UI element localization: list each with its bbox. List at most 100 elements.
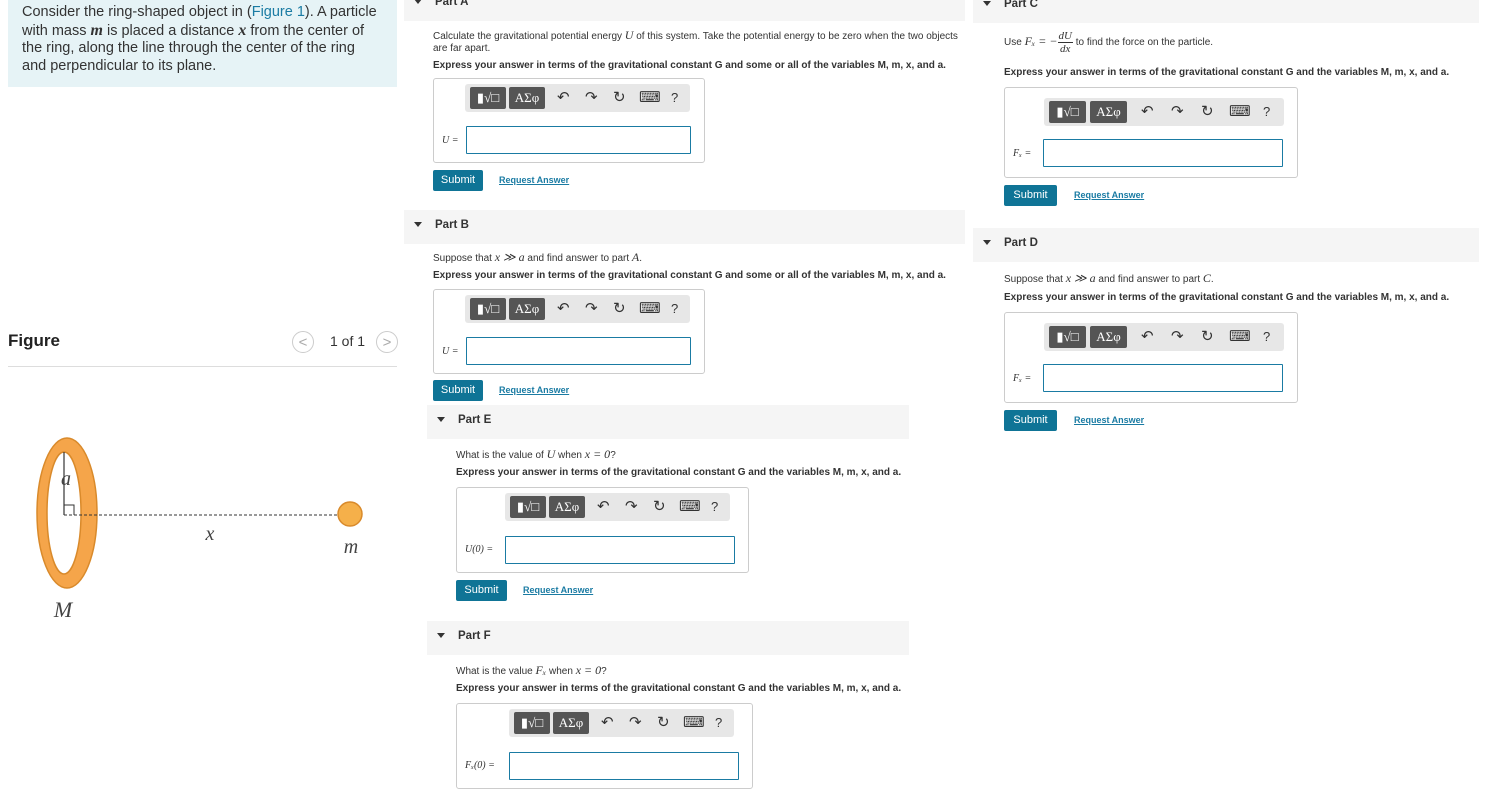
part-f-answer-box: ▮√□ ΑΣφ ↶ ↷ ↻ ⌨ ? Fₓ(0) =	[456, 703, 753, 789]
particle	[337, 501, 363, 527]
part-e-submit-button[interactable]: Submit	[456, 580, 507, 601]
input-label: U =	[442, 135, 459, 146]
part-f-question: What is the value Fₓ when x = 0?	[456, 663, 607, 677]
part-b-request-answer-link[interactable]: Request Answer	[499, 385, 569, 395]
templates-button[interactable]: ▮√□	[510, 496, 546, 518]
greek-symbols-button[interactable]: ΑΣφ	[1090, 326, 1127, 348]
help-icon[interactable]: ?	[671, 89, 678, 107]
part-d-request-answer-link[interactable]: Request Answer	[1074, 415, 1144, 425]
help-icon[interactable]: ?	[1263, 103, 1270, 121]
figure-link[interactable]: Figure 1	[252, 4, 305, 20]
part-c-header[interactable]: Part C	[973, 0, 1479, 23]
input-label: Fₓ =	[1013, 148, 1032, 159]
templates-button[interactable]: ▮√□	[514, 712, 550, 734]
redo-icon[interactable]: ↷	[1171, 328, 1184, 346]
part-e-instructions: Express your answer in terms of the grav…	[456, 467, 902, 478]
keyboard-icon[interactable]: ⌨	[683, 714, 705, 732]
caret-down-icon	[437, 417, 445, 422]
help-icon[interactable]: ?	[711, 498, 718, 516]
reset-icon[interactable]: ↻	[657, 714, 670, 732]
part-d-header[interactable]: Part D	[973, 228, 1479, 262]
part-c-question: Use Fₓ = − dU dx to find the force on the …	[1004, 30, 1214, 55]
undo-icon[interactable]: ↶	[601, 714, 614, 732]
undo-icon[interactable]: ↶	[1141, 103, 1154, 121]
templates-button[interactable]: ▮√□	[1049, 101, 1086, 123]
undo-icon[interactable]: ↶	[1141, 328, 1154, 346]
part-a-submit-button[interactable]: Submit	[433, 170, 483, 191]
part-e-answer-box: ▮√□ ΑΣφ ↶ ↷ ↻ ⌨ ? U(0) =	[456, 487, 749, 573]
math-toolbar: ▮√□ ΑΣφ ↶ ↷ ↻ ⌨ ?	[1044, 323, 1284, 351]
part-e-question: What is the value of U when x = 0?	[456, 447, 616, 461]
part-f-instructions: Express your answer in terms of the grav…	[456, 683, 902, 694]
undo-icon[interactable]: ↶	[557, 300, 570, 318]
redo-icon[interactable]: ↷	[625, 498, 638, 516]
greek-symbols-button[interactable]: ΑΣφ	[549, 496, 585, 518]
part-a-header[interactable]: Part A	[404, 0, 965, 21]
du-dx-fraction: dU dx	[1057, 30, 1073, 55]
problem-statement: Consider the ring-shaped object in (Figu…	[8, 0, 397, 87]
math-toolbar: ▮√□ ΑΣφ ↶ ↷ ↻ ⌨ ?	[505, 493, 730, 521]
part-c-request-answer-link[interactable]: Request Answer	[1074, 190, 1144, 200]
keyboard-icon[interactable]: ⌨	[679, 498, 701, 516]
part-a-answer-input[interactable]	[466, 126, 691, 154]
input-label: Fₓ =	[1013, 373, 1032, 384]
greek-symbols-button[interactable]: ΑΣφ	[509, 298, 545, 320]
help-icon[interactable]: ?	[671, 300, 678, 318]
part-d-answer-input[interactable]	[1043, 364, 1283, 392]
input-label: U(0) =	[465, 544, 494, 555]
part-f-answer-input[interactable]	[509, 752, 739, 780]
undo-icon[interactable]: ↶	[557, 89, 570, 107]
help-icon[interactable]: ?	[1263, 328, 1270, 346]
part-e-request-answer-link[interactable]: Request Answer	[523, 585, 593, 595]
part-a-question: Calculate the gravitational potential en…	[433, 28, 958, 54]
math-toolbar: ▮√□ ΑΣφ ↶ ↷ ↻ ⌨ ?	[465, 295, 690, 323]
help-icon[interactable]: ?	[715, 714, 722, 732]
input-label: Fₓ(0) =	[465, 760, 495, 771]
part-c-answer-input[interactable]	[1043, 139, 1283, 167]
keyboard-icon[interactable]: ⌨	[1229, 103, 1251, 121]
math-toolbar: ▮√□ ΑΣφ ↶ ↷ ↻ ⌨ ?	[1044, 98, 1284, 126]
caret-down-icon	[414, 222, 422, 227]
reset-icon[interactable]: ↻	[613, 300, 626, 318]
caret-down-icon	[414, 0, 422, 4]
part-e-header[interactable]: Part E	[427, 405, 909, 439]
redo-icon[interactable]: ↷	[1171, 103, 1184, 121]
reset-icon[interactable]: ↻	[1201, 328, 1214, 346]
keyboard-icon[interactable]: ⌨	[639, 300, 661, 318]
part-b-header[interactable]: Part B	[404, 210, 965, 244]
part-b-answer-input[interactable]	[466, 337, 691, 365]
part-c-instructions: Express your answer in terms of the grav…	[1004, 67, 1450, 78]
part-d-question: Suppose that x ≫ a and find answer to pa…	[1004, 271, 1214, 285]
part-c-submit-button[interactable]: Submit	[1004, 185, 1057, 206]
part-f-header[interactable]: Part F	[427, 621, 909, 655]
chevron-left-icon[interactable]: <	[292, 331, 314, 353]
label-a: a	[61, 468, 71, 490]
part-d-instructions: Express your answer in terms of the grav…	[1004, 292, 1450, 303]
part-d-submit-button[interactable]: Submit	[1004, 410, 1057, 431]
part-b-answer-box: ▮√□ ΑΣφ ↶ ↷ ↻ ⌨ ? U =	[433, 289, 705, 374]
redo-icon[interactable]: ↷	[629, 714, 642, 732]
templates-button[interactable]: ▮√□	[470, 87, 506, 109]
part-a-request-answer-link[interactable]: Request Answer	[499, 175, 569, 185]
caret-down-icon	[983, 1, 991, 6]
greek-symbols-button[interactable]: ΑΣφ	[553, 712, 589, 734]
part-c-answer-box: ▮√□ ΑΣφ ↶ ↷ ↻ ⌨ ? Fₓ =	[1004, 87, 1298, 178]
redo-icon[interactable]: ↷	[585, 300, 598, 318]
templates-button[interactable]: ▮√□	[470, 298, 506, 320]
reset-icon[interactable]: ↻	[613, 89, 626, 107]
redo-icon[interactable]: ↷	[585, 89, 598, 107]
chevron-right-icon[interactable]: >	[376, 331, 398, 353]
ring-figure: a x m M	[36, 437, 363, 622]
part-d-answer-box: ▮√□ ΑΣφ ↶ ↷ ↻ ⌨ ? Fₓ =	[1004, 312, 1298, 403]
greek-symbols-button[interactable]: ΑΣφ	[1090, 101, 1127, 123]
greek-symbols-button[interactable]: ΑΣφ	[509, 87, 545, 109]
reset-icon[interactable]: ↻	[653, 498, 666, 516]
part-b-submit-button[interactable]: Submit	[433, 380, 483, 401]
undo-icon[interactable]: ↶	[597, 498, 610, 516]
reset-icon[interactable]: ↻	[1201, 103, 1214, 121]
templates-button[interactable]: ▮√□	[1049, 326, 1086, 348]
keyboard-icon[interactable]: ⌨	[1229, 328, 1251, 346]
keyboard-icon[interactable]: ⌨	[639, 89, 661, 107]
math-toolbar: ▮√□ ΑΣφ ↶ ↷ ↻ ⌨ ?	[509, 709, 734, 737]
part-e-answer-input[interactable]	[505, 536, 735, 564]
